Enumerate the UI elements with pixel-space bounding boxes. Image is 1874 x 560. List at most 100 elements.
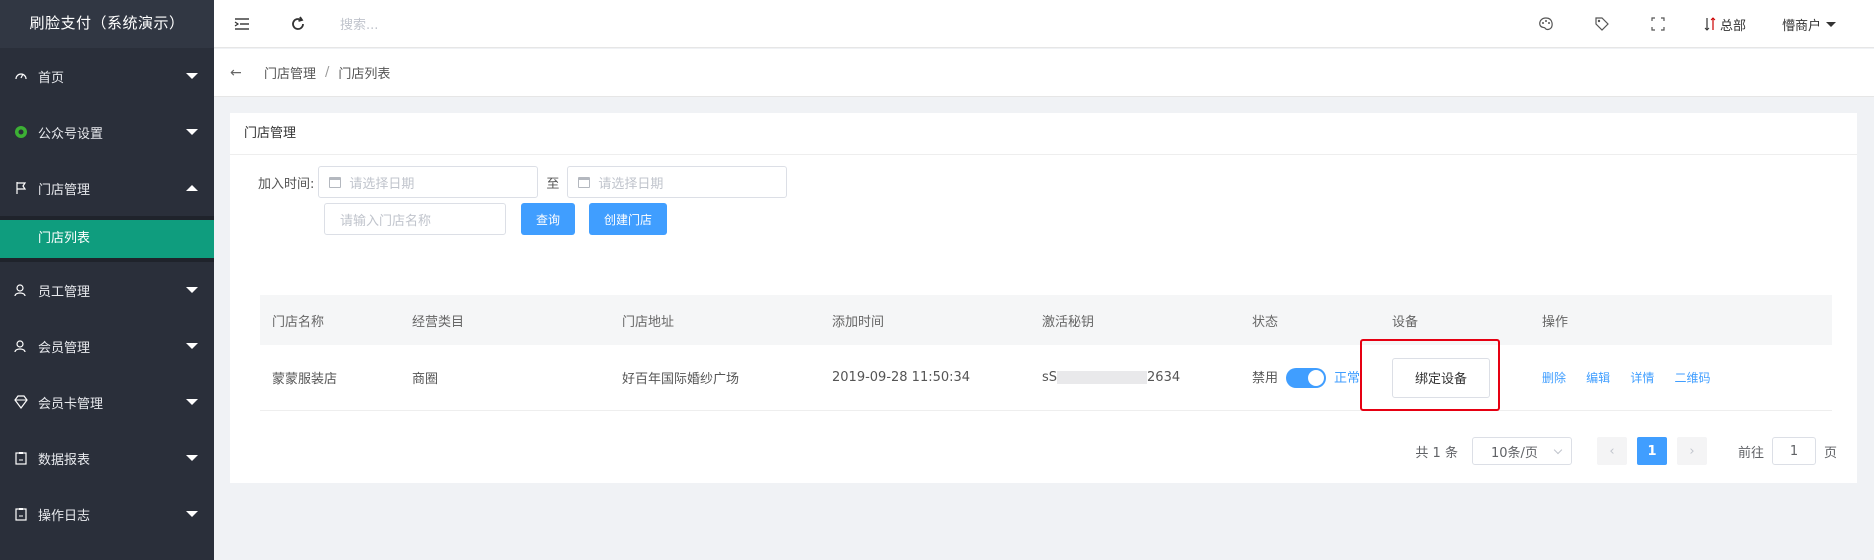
total-count: 共 1 条 [1415, 445, 1458, 461]
delete-link[interactable]: 删除 [1542, 371, 1566, 385]
edit-link[interactable]: 编辑 [1586, 371, 1610, 385]
user-menu[interactable]: 懵商户 [1782, 15, 1836, 34]
breadcrumb-separator: / [325, 65, 330, 80]
chevron-down-icon [186, 73, 198, 79]
to-label: 至 [546, 176, 560, 192]
breadcrumb-item[interactable]: 门店管理 [264, 63, 316, 82]
end-date-input[interactable]: 请选择日期 [567, 166, 788, 198]
store-name-input[interactable]: 请输入门店名称 [324, 203, 506, 235]
chevron-down-icon [1553, 445, 1563, 455]
user-label: 懵商户 [1781, 18, 1821, 34]
store-management-card: 门店管理 加入时间: 请选择日期 至 请选择日期 请输入门店名称 查询 创建门店… [230, 113, 1857, 483]
palette-icon[interactable] [1518, 0, 1574, 48]
added-time-cell: 2019-09-28 11:50:34 [832, 370, 971, 385]
caret-down-icon [1826, 21, 1836, 27]
calendar-icon [329, 176, 342, 188]
refresh-icon[interactable] [270, 0, 326, 48]
sidebar-item-label: 首页 [38, 70, 65, 86]
sidebar-subitem-store-list[interactable]: 门店列表 [0, 220, 214, 258]
wechat-icon [14, 125, 28, 139]
back-arrow-icon[interactable]: ← [230, 65, 250, 81]
create-store-button[interactable]: 创建门店 [589, 203, 668, 235]
column-header: 添加时间 [832, 314, 885, 330]
next-page-button[interactable]: › [1676, 437, 1707, 465]
table-header: 门店名称 经营类目 门店地址 添加时间 激活秘钥 状态 设备 操作 [260, 295, 1832, 345]
goto-page-input[interactable]: 1 [1771, 437, 1816, 465]
toggle-knob [1308, 370, 1325, 387]
column-header: 门店名称 [272, 314, 325, 330]
table-row: 蒙蒙服装店 商圈 好百年国际婚纱广场 2019-09-28 11:50:34 s… [260, 345, 1832, 411]
sidebar-item-wechat[interactable]: 公众号设置 [0, 104, 214, 160]
page-number-button[interactable]: 1 [1636, 437, 1667, 465]
chevron-up-icon [186, 185, 198, 191]
branch-label: 总部 [1719, 18, 1746, 34]
header-right: 总部 懵商户 [1518, 0, 1854, 48]
sidebar-item-label: 员工管理 [38, 284, 91, 300]
page-size-value: 10条/页 [1490, 445, 1538, 461]
branch-switch[interactable]: 总部 [1704, 15, 1746, 34]
goto-label: 前往 [1737, 445, 1764, 461]
page-size-select[interactable]: 10条/页 [1471, 437, 1572, 465]
start-date-placeholder: 请选择日期 [349, 176, 415, 192]
chevron-down-icon [186, 511, 198, 517]
search-input[interactable]: 搜索... [340, 14, 540, 33]
sidebar-item-label: 公众号设置 [38, 126, 104, 142]
flag-icon [14, 181, 28, 195]
end-date-placeholder: 请选择日期 [598, 176, 664, 192]
sidebar-item-label: 数据报表 [38, 452, 91, 468]
sidebar-item-logs[interactable]: 操作日志 [0, 486, 214, 542]
card-title: 门店管理 [230, 113, 1857, 155]
store-name-placeholder: 请输入门店名称 [340, 213, 432, 229]
store-table: 门店名称 经营类目 门店地址 添加时间 激活秘钥 状态 设备 操作 蒙蒙服装店 … [260, 295, 1832, 411]
app-title: 刷脸支付（系统演示） [0, 0, 214, 48]
sidebar-item-members[interactable]: 会员管理 [0, 318, 214, 374]
column-header: 操作 [1542, 314, 1569, 330]
calendar-icon [578, 176, 591, 188]
column-header: 激活秘钥 [1042, 314, 1095, 330]
column-header: 状态 [1252, 314, 1279, 330]
activation-key-cell: sS 2634 [1030, 370, 1240, 385]
sidebar-item-label: 会员管理 [38, 340, 91, 356]
key-prefix: sS [1042, 370, 1058, 385]
fullscreen-icon[interactable] [1630, 0, 1686, 48]
clipboard-icon [14, 451, 28, 465]
store-name-cell: 蒙蒙服装店 [272, 372, 338, 387]
join-time-label: 加入时间: [258, 176, 315, 192]
column-header: 经营类目 [412, 314, 465, 330]
chevron-down-icon [186, 343, 198, 349]
user-icon [14, 339, 28, 353]
sidebar-item-home[interactable]: 首页 [0, 48, 214, 104]
start-date-input[interactable]: 请选择日期 [318, 166, 539, 198]
sidebar-item-member-cards[interactable]: 会员卡管理 [0, 374, 214, 430]
breadcrumb-item: 门店列表 [338, 67, 391, 82]
breadcrumb: ← 门店管理 / 门店列表 [214, 49, 1874, 97]
highlight-box [1360, 339, 1500, 411]
sidebar-item-store-management[interactable]: 门店管理 [0, 160, 214, 216]
key-suffix: 2634 [1147, 370, 1181, 385]
chevron-down-icon [186, 399, 198, 405]
column-header: 设备 [1392, 314, 1419, 330]
qrcode-link[interactable]: 二维码 [1674, 371, 1710, 385]
column-header: 门店地址 [622, 314, 675, 330]
submenu: 门店列表 [0, 216, 214, 262]
address-cell: 好百年国际婚纱广场 [622, 372, 740, 387]
key-mask [1057, 371, 1148, 384]
sidebar-item-label: 会员卡管理 [38, 396, 104, 412]
clipboard-icon [14, 507, 28, 521]
sidebar: 刷脸支付（系统演示） 首页 公众号设置 门店管理 门店列表 员工管理 会员管理 … [0, 0, 214, 560]
status-on-label: 正常 [1334, 370, 1361, 386]
switch-icon [1704, 17, 1716, 31]
prev-page-button[interactable]: ‹ [1596, 437, 1627, 465]
diamond-icon [14, 395, 28, 409]
status-off-label: 禁用 [1252, 370, 1279, 386]
user-icon [14, 283, 28, 297]
menu-fold-icon[interactable] [214, 0, 270, 48]
status-toggle[interactable] [1286, 368, 1327, 389]
sidebar-item-reports[interactable]: 数据报表 [0, 430, 214, 486]
chevron-down-icon [186, 287, 198, 293]
details-link[interactable]: 详情 [1630, 371, 1654, 385]
sidebar-item-staff[interactable]: 员工管理 [0, 262, 214, 318]
sidebar-item-label: 操作日志 [38, 508, 91, 524]
tag-icon[interactable] [1574, 0, 1630, 48]
query-button[interactable]: 查询 [521, 203, 576, 235]
